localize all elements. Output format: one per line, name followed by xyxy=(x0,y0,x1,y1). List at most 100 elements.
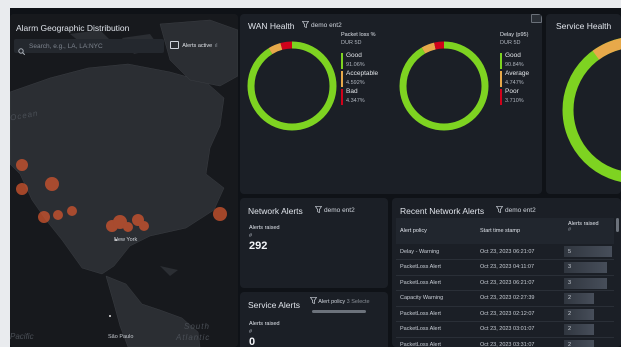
recent-alerts-body: Delay - Warning Oct 23, 2023 06:21:07 5 Pac… xyxy=(396,244,614,347)
table-row[interactable]: PacketLoss Alert Oct 23, 2023 03:01:07 2 xyxy=(396,321,614,338)
legend-poor-label: Poor xyxy=(505,88,519,95)
alerts-active-label: Alerts active xyxy=(182,43,213,49)
service-health-panel: Service Health xyxy=(546,14,621,194)
dashboard: Alarm Geographic Distribution Search, e.… xyxy=(10,8,621,347)
legend-bad-label: Bad xyxy=(346,88,358,95)
legend-bar-average xyxy=(500,71,502,87)
filter-icon xyxy=(302,21,309,28)
legend-bar-poor xyxy=(500,89,502,105)
map-label-pacific: Pacific xyxy=(10,332,34,341)
network-alerts-raised-label: Alerts raised xyxy=(249,225,280,231)
wan-health-panel: WAN Health demo ent2 Packet loss % DUR 5… xyxy=(240,14,542,194)
legend-average-value: 4.747% xyxy=(505,80,524,86)
world-map[interactable] xyxy=(10,14,238,347)
alerts-raised-value: 5 xyxy=(568,248,572,255)
expand-icon[interactable] xyxy=(531,14,542,23)
cell-alert-policy: PacketLoss Alert xyxy=(396,259,476,276)
alerts-active-toggle[interactable]: Alerts active ıl xyxy=(170,41,217,52)
cell-start-time: Oct 23, 2023 03:31:07 xyxy=(476,337,564,347)
delay-period: DUR 5D xyxy=(500,40,521,46)
legend-bar-good xyxy=(341,53,343,69)
legend-bar-bad xyxy=(341,89,343,105)
table-row[interactable]: PacketLoss Alert Oct 23, 2023 03:31:07 2 xyxy=(396,337,614,347)
donut-slice-good[interactable] xyxy=(247,41,337,131)
column-header-alerts-raised[interactable]: Alerts raised # xyxy=(564,218,614,244)
legend-bar-good xyxy=(500,53,502,69)
table-row[interactable]: PacketLoss Alert Oct 23, 2023 04:11:07 3 xyxy=(396,259,614,276)
service-alerts-filter-count: 3 Selecte xyxy=(346,299,370,305)
service-health-donut[interactable] xyxy=(546,14,621,194)
cell-alerts-raised: 2 xyxy=(564,337,614,347)
alerts-raised-bar xyxy=(564,246,612,257)
map-label-south: South xyxy=(184,322,210,331)
cell-start-time: Oct 23, 2023 06:21:07 xyxy=(476,275,564,291)
service-alerts-count: 0 xyxy=(249,336,256,347)
table-scrollbar[interactable] xyxy=(616,218,619,232)
cell-alerts-raised: 5 xyxy=(564,244,614,260)
alerts-raised-value: 2 xyxy=(568,295,572,302)
legend-poor-value: 3.710% xyxy=(505,98,524,104)
table-row[interactable]: Delay - Warning Oct 23, 2023 06:21:07 5 xyxy=(396,244,614,260)
map-label-atlantic: Atlantic xyxy=(176,333,211,342)
network-alerts-filter-text: demo ent2 xyxy=(324,207,355,214)
map-label-sao-paulo: São Paulo xyxy=(108,334,134,340)
service-alerts-policy-filter[interactable]: Alert policy 3 Selecte xyxy=(310,297,384,308)
map-title: Alarm Geographic Distribution xyxy=(16,23,130,33)
packet-loss-donut[interactable] xyxy=(244,38,340,134)
cell-alerts-raised: 2 xyxy=(564,290,614,307)
donut-slice-good[interactable] xyxy=(399,41,489,131)
table-row[interactable]: PacketLoss Alert Oct 23, 2023 06:21:07 3 xyxy=(396,275,614,291)
table-row[interactable]: Capacity Warning Oct 23, 2023 02:27:39 2 xyxy=(396,290,614,307)
table-header-row: Alert policy Start time stamp Alerts rai… xyxy=(396,218,614,244)
map-panel: Alarm Geographic Distribution Search, e.… xyxy=(10,14,238,347)
recent-alerts-filter[interactable]: demo ent2 xyxy=(496,206,536,214)
network-alerts-raised-sub: # xyxy=(249,233,253,239)
alerts-raised-value: 2 xyxy=(568,310,572,317)
filter-icon xyxy=(496,206,503,213)
cell-alert-policy: PacketLoss Alert xyxy=(396,306,476,322)
alerts-raised-value: 2 xyxy=(568,326,572,333)
recent-alerts-title: Recent Network Alerts xyxy=(400,206,485,216)
map-label-new-york: New York xyxy=(114,237,138,243)
legend-good-value: 91.06% xyxy=(346,62,365,68)
legend-good-label: Good xyxy=(346,52,362,59)
cell-start-time: Oct 23, 2023 03:01:07 xyxy=(476,321,564,338)
delay-donut[interactable] xyxy=(396,38,492,134)
cell-start-time: Oct 23, 2023 04:11:07 xyxy=(476,259,564,276)
table-row[interactable]: PacketLoss Alert Oct 23, 2023 02:12:07 2 xyxy=(396,306,614,322)
legend-average-label: Average xyxy=(505,70,530,77)
alerts-raised-value: 2 xyxy=(568,341,572,347)
wan-health-filter[interactable]: demo ent2 xyxy=(302,21,342,29)
packet-loss-period: DUR 5D xyxy=(341,40,362,46)
cell-alert-policy: Capacity Warning xyxy=(396,290,476,307)
service-alerts-title: Service Alerts xyxy=(248,300,300,310)
cell-alerts-raised: 3 xyxy=(564,275,614,291)
legend-acceptable-label: Acceptable xyxy=(346,70,379,77)
recent-alerts-panel: Recent Network Alerts demo ent2 Alert po… xyxy=(392,198,621,347)
column-header-alert-policy[interactable]: Alert policy xyxy=(396,218,476,244)
service-alerts-scrollbar[interactable] xyxy=(312,310,366,313)
service-alerts-raised-label: Alerts raised xyxy=(249,321,280,327)
toggle-indicator: ıl xyxy=(214,43,218,49)
legend-bar-acceptable xyxy=(341,71,343,87)
network-alerts-title: Network Alerts xyxy=(248,206,303,216)
search-placeholder: Search, e.g., LA, LA:NYC xyxy=(29,42,103,50)
network-alerts-filter[interactable]: demo ent2 xyxy=(315,206,355,214)
alerts-raised-value: 3 xyxy=(568,279,572,286)
search-field[interactable]: Search, e.g., LA, LA:NYC xyxy=(14,39,164,56)
filter-icon xyxy=(315,206,322,213)
wan-health-title: WAN Health xyxy=(248,21,295,31)
legend-good-value: 90.84% xyxy=(505,62,524,68)
alerts-raised-value: 3 xyxy=(568,264,572,271)
legend-good-label: Good xyxy=(505,52,521,59)
recent-alerts-table: Alert policy Start time stamp Alerts rai… xyxy=(396,218,614,347)
cell-alert-policy: PacketLoss Alert xyxy=(396,321,476,338)
network-alerts-panel: Network Alerts demo ent2 Alerts raised #… xyxy=(240,198,388,288)
cell-start-time: Oct 23, 2023 06:21:07 xyxy=(476,244,564,260)
cell-alert-policy: PacketLoss Alert xyxy=(396,275,476,291)
search-icon xyxy=(18,42,26,60)
alerts-raised-header-sub: # xyxy=(568,227,572,233)
delay-metric: Delay (p95) xyxy=(500,32,529,38)
cell-start-time: Oct 23, 2023 02:12:07 xyxy=(476,306,564,322)
column-header-start-time[interactable]: Start time stamp xyxy=(476,218,564,244)
